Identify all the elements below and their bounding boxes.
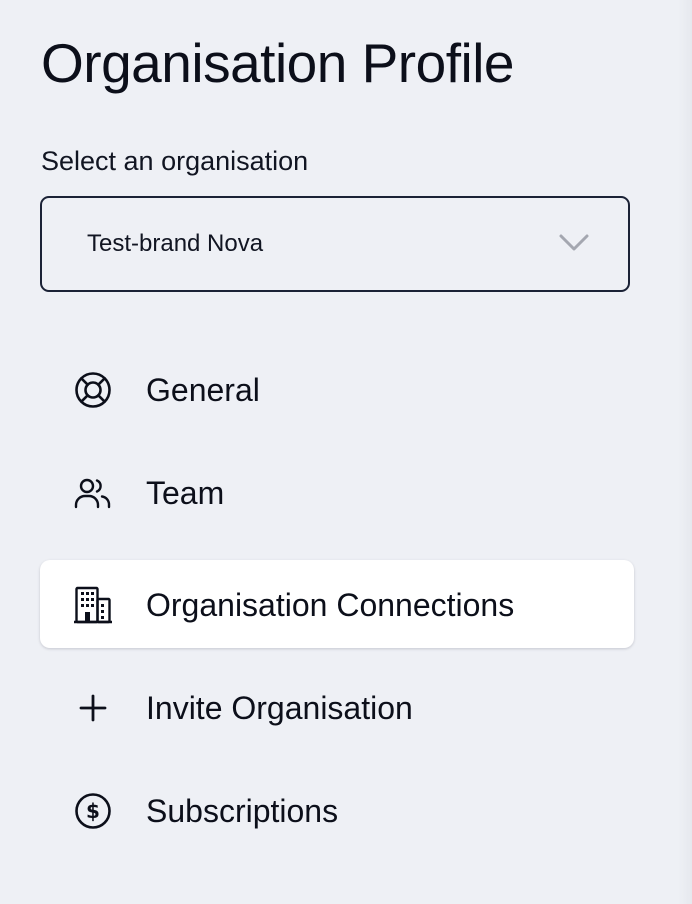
nav-item-label: Invite Organisation (146, 690, 413, 726)
building-icon (74, 586, 112, 624)
chevron-down-icon (559, 234, 589, 251)
nav-item-label: General (146, 372, 260, 408)
users-icon (74, 478, 111, 509)
nav-item-label: Subscriptions (146, 793, 339, 829)
nav-item-subscriptions[interactable]: $ Subscriptions (40, 766, 634, 854)
org-select-value: Test-brand Nova (87, 230, 264, 257)
nav-item-label: Team (146, 475, 225, 511)
plus-icon (79, 694, 107, 722)
svg-text:$: $ (86, 799, 100, 823)
nav-item-invite-organisation[interactable]: Invite Organisation (40, 663, 634, 751)
org-select-label: Select an organisation (41, 146, 309, 176)
scroll-edge-shade (678, 0, 692, 904)
lifebuoy-icon (75, 372, 111, 408)
nav-item-organisation-connections[interactable]: Organisation Connections (40, 560, 634, 648)
nav-item-label: Organisation Connections (146, 587, 515, 623)
page-title: Organisation Profile (41, 32, 515, 94)
nav-item-general[interactable]: General (40, 345, 634, 433)
nav-item-team[interactable]: Team (40, 448, 634, 536)
dollar-circle-icon: $ (75, 793, 111, 829)
organisation-select[interactable]: Test-brand Nova (40, 196, 630, 292)
